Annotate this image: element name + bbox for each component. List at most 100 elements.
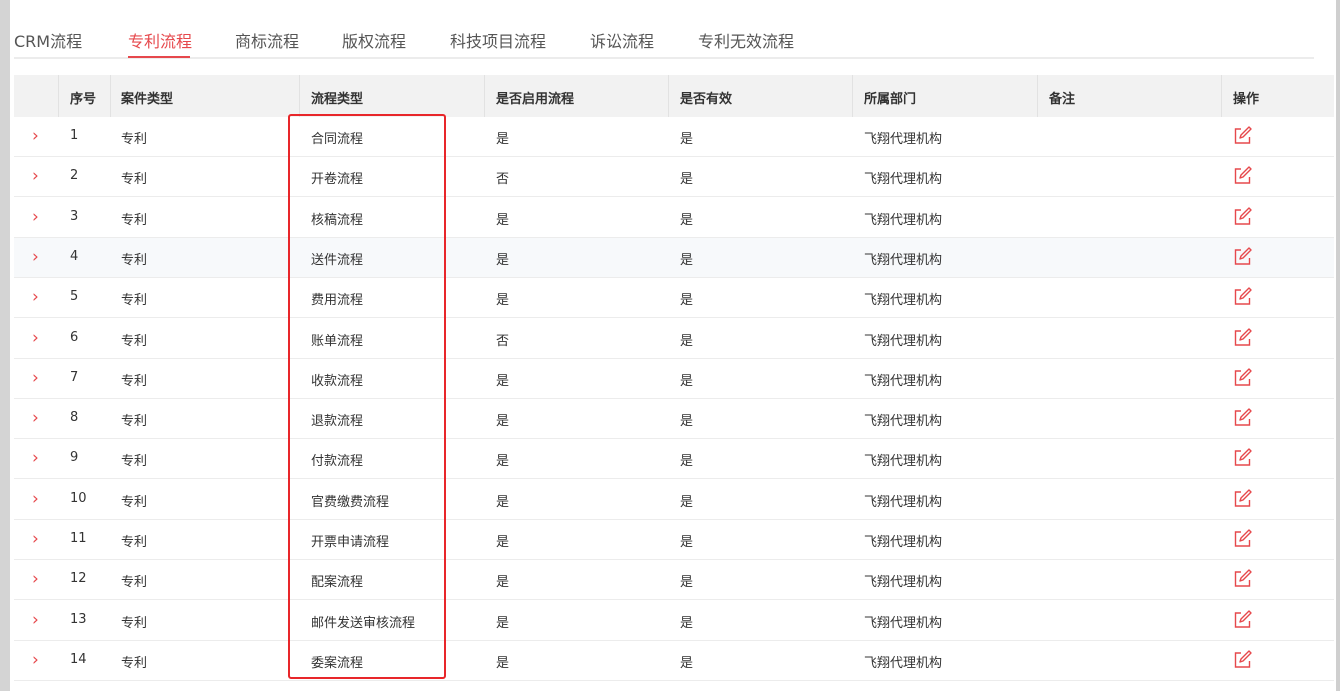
cell-department: 飞翔代理机构 xyxy=(864,615,943,631)
chevron-right-icon[interactable]: › xyxy=(32,610,39,630)
chevron-right-icon[interactable]: › xyxy=(32,287,39,307)
cell-index: 9 xyxy=(70,450,79,466)
column-divider xyxy=(484,75,485,117)
cell-index: 2 xyxy=(70,168,79,184)
column-divider xyxy=(1221,75,1222,117)
cell-index: 12 xyxy=(70,571,87,587)
cell-enabled: 是 xyxy=(496,132,510,147)
edit-icon[interactable] xyxy=(1232,609,1252,630)
cell-case-type: 专利 xyxy=(121,615,148,631)
cell-valid: 是 xyxy=(680,615,694,631)
tab-tech-project-flow[interactable]: 科技项目流程 xyxy=(450,28,546,52)
edit-icon[interactable] xyxy=(1232,569,1252,589)
cell-flow-type: 退款流程 xyxy=(311,414,364,430)
column-divider xyxy=(852,75,853,117)
table-row[interactable]: › 13 专利 邮件发送审核流程 是 是 飞翔代理机构 xyxy=(14,601,1334,641)
cell-index: 7 xyxy=(70,369,79,385)
edit-icon[interactable] xyxy=(1232,488,1252,509)
cell-valid: 是 xyxy=(680,655,694,671)
cell-valid: 是 xyxy=(680,212,694,228)
cell-enabled: 是 xyxy=(496,454,510,470)
edit-icon[interactable] xyxy=(1232,368,1252,388)
table-row[interactable]: › 7 专利 收款流程 是 是 飞翔代理机构 xyxy=(14,359,1334,399)
table-row[interactable]: › 4 专利 送件流程 是 是 飞翔代理机构 xyxy=(14,237,1334,278)
table-row[interactable]: › 3 专利 核稿流程 是 是 飞翔代理机构 xyxy=(14,198,1334,238)
chevron-right-icon[interactable]: › xyxy=(32,247,39,267)
table-row[interactable]: › 10 专利 官费缴费流程 是 是 飞翔代理机构 xyxy=(14,480,1334,520)
chevron-right-icon[interactable]: › xyxy=(32,489,39,509)
cell-enabled: 是 xyxy=(496,373,510,389)
cell-case-type: 专利 xyxy=(121,575,148,591)
cell-valid: 是 xyxy=(680,575,694,591)
cell-index: 8 xyxy=(70,410,79,426)
cell-enabled: 否 xyxy=(496,333,510,349)
cell-department: 飞翔代理机构 xyxy=(864,454,943,470)
tab-copyright-flow[interactable]: 版权流程 xyxy=(342,28,406,52)
header-enabled: 是否启用流程 xyxy=(496,92,575,107)
cell-flow-type: 付款流程 xyxy=(311,454,364,470)
cell-valid: 是 xyxy=(680,172,694,188)
edit-icon[interactable] xyxy=(1232,650,1252,670)
edit-icon[interactable] xyxy=(1232,206,1252,227)
cell-flow-type: 委案流程 xyxy=(311,655,364,671)
table-row[interactable]: › 8 专利 退款流程 是 是 飞翔代理机构 xyxy=(14,399,1334,440)
cell-index: 1 xyxy=(70,128,79,143)
cell-case-type: 专利 xyxy=(121,132,148,147)
tab-patent-flow[interactable]: 专利流程 xyxy=(128,28,192,52)
chevron-right-icon[interactable]: › xyxy=(32,166,39,186)
header-action: 操作 xyxy=(1233,92,1260,107)
edit-icon[interactable] xyxy=(1232,327,1252,348)
table-row[interactable]: › 14 专利 委案流程 是 是 飞翔代理机构 xyxy=(14,641,1334,681)
tab-litigation-flow[interactable]: 诉讼流程 xyxy=(590,28,654,52)
table-row[interactable]: › 6 专利 账单流程 否 是 飞翔代理机构 xyxy=(14,319,1334,359)
column-divider xyxy=(299,75,300,117)
tab-trademark-flow[interactable]: 商标流程 xyxy=(235,28,299,52)
table-row[interactable]: › 2 专利 开卷流程 否 是 飞翔代理机构 xyxy=(14,157,1334,198)
chevron-right-icon[interactable]: › xyxy=(32,328,39,348)
cell-department: 飞翔代理机构 xyxy=(864,575,943,591)
cell-case-type: 专利 xyxy=(121,333,148,349)
cell-valid: 是 xyxy=(680,333,694,349)
edit-icon[interactable] xyxy=(1232,126,1252,146)
edit-icon[interactable] xyxy=(1232,408,1252,428)
edit-icon[interactable] xyxy=(1232,247,1252,267)
cell-enabled: 是 xyxy=(496,535,510,550)
table-row[interactable]: › 9 专利 付款流程 是 是 飞翔代理机构 xyxy=(14,439,1334,480)
cell-case-type: 专利 xyxy=(121,293,148,309)
edit-icon[interactable] xyxy=(1232,529,1252,549)
tabs-divider xyxy=(14,57,1314,59)
chevron-right-icon[interactable]: › xyxy=(32,126,39,146)
cell-index: 11 xyxy=(70,531,87,546)
table-row[interactable]: › 11 专利 开票申请流程 是 是 飞翔代理机构 xyxy=(14,520,1334,560)
chevron-right-icon[interactable]: › xyxy=(32,408,39,428)
cell-department: 飞翔代理机构 xyxy=(864,333,943,349)
cell-valid: 是 xyxy=(680,494,694,510)
right-scrollbar[interactable] xyxy=(1336,0,1340,691)
table-row[interactable]: › 12 专利 配案流程 是 是 飞翔代理机构 xyxy=(14,560,1334,601)
table-row[interactable]: › 1 专利 合同流程 是 是 飞翔代理机构 xyxy=(14,117,1334,157)
table-row[interactable]: › 5 专利 费用流程 是 是 飞翔代理机构 xyxy=(14,278,1334,319)
chevron-right-icon[interactable]: › xyxy=(32,368,39,388)
edit-icon[interactable] xyxy=(1232,287,1252,307)
edit-icon[interactable] xyxy=(1232,448,1252,468)
chevron-right-icon[interactable]: › xyxy=(32,207,39,227)
cell-flow-type: 开卷流程 xyxy=(311,172,364,188)
table-header: 序号 案件类型 流程类型 是否启用流程 是否有效 所属部门 备注 操作 xyxy=(14,75,1334,117)
chevron-right-icon[interactable]: › xyxy=(32,529,39,549)
header-index: 序号 xyxy=(70,92,97,107)
cell-case-type: 专利 xyxy=(121,535,148,550)
cell-index: 3 xyxy=(70,208,79,224)
cell-department: 飞翔代理机构 xyxy=(864,132,943,147)
cell-flow-type: 核稿流程 xyxy=(311,212,364,228)
cell-flow-type: 开票申请流程 xyxy=(311,535,390,550)
cell-case-type: 专利 xyxy=(121,454,148,470)
tab-crm-flow[interactable]: CRM流程 xyxy=(14,28,82,52)
chevron-right-icon[interactable]: › xyxy=(32,569,39,589)
chevron-right-icon[interactable]: › xyxy=(32,650,39,670)
edit-icon[interactable] xyxy=(1232,166,1252,186)
header-case-type: 案件类型 xyxy=(121,92,174,107)
cell-case-type: 专利 xyxy=(121,494,148,510)
chevron-right-icon[interactable]: › xyxy=(32,448,39,468)
tab-patent-invalidation-flow[interactable]: 专利无效流程 xyxy=(698,28,794,52)
cell-enabled: 是 xyxy=(496,212,510,228)
